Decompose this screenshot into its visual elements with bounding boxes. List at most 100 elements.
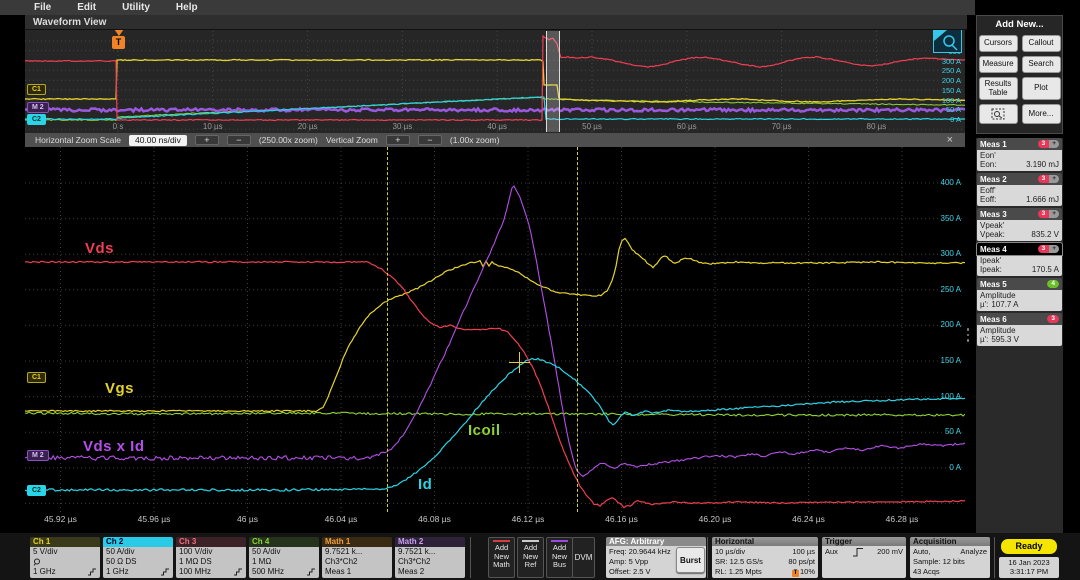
close-zoom-icon[interactable]: ×	[947, 134, 953, 146]
overview-badge-c2[interactable]: C2	[27, 114, 46, 125]
waveform-view-header: Waveform View	[25, 15, 967, 30]
meas-line1: Eon'	[980, 151, 1059, 160]
plot-button[interactable]: Plot	[1022, 77, 1061, 100]
date-label: 16 Jan 2023	[999, 558, 1059, 567]
menu-help[interactable]: Help	[176, 2, 198, 13]
trigger-marker[interactable]: T	[112, 36, 125, 49]
main-badge-c1[interactable]: C1	[27, 372, 46, 383]
channel-name: Ch 2	[103, 537, 173, 547]
meas-card-1[interactable]: Meas 1 3+ Eon' Eon: 3.190 mJ	[977, 138, 1062, 171]
overview-magnifier-icon[interactable]	[933, 29, 962, 53]
horizontal-title: Horizontal	[712, 537, 818, 546]
coupling-icon	[87, 568, 97, 576]
meas-add-icon[interactable]: +	[1049, 245, 1059, 253]
meas-card-5[interactable]: Meas 5 4 Amplitude µ':107.7 A	[977, 278, 1062, 311]
measure-button[interactable]: Measure	[979, 56, 1018, 73]
main-amp-label: 200 A	[921, 320, 961, 329]
meas-card-2[interactable]: Meas 2 3+ Eoff' Eoff:1.666 mJ	[977, 173, 1062, 206]
screen-capture-button[interactable]	[979, 104, 1018, 124]
trigger-panel[interactable]: Trigger Aux 200 mV	[822, 537, 906, 578]
channel-badge-ch3[interactable]: Ch 3 100 V/div 1 MΩ DS 100 MHz	[176, 537, 246, 578]
math-name: Math 1	[322, 537, 392, 547]
meas-add-icon[interactable]: +	[1049, 175, 1059, 183]
math-badge-math2[interactable]: Math 2 9.7521 k... Ch3*Ch2 Meas 2	[395, 537, 465, 578]
add-new-math-button[interactable]: Add New Math	[488, 537, 515, 578]
burst-button[interactable]: Burst	[676, 547, 705, 573]
meas-line2-label: Vpeak:	[980, 230, 1005, 239]
dvm-button[interactable]: DVM	[572, 537, 595, 578]
main-amp-label: 250 A	[921, 285, 961, 294]
add-new-ref-button[interactable]: Add New Ref	[517, 537, 544, 578]
zoom-minus-button[interactable]: −	[227, 135, 251, 145]
meas-title: Meas 1	[980, 140, 1007, 149]
vertical-zoom-plus-button[interactable]: +	[386, 135, 410, 145]
trace-label-icoil: Icoil	[468, 422, 501, 439]
zoom-scale-value[interactable]: 40.00 ns/div	[129, 135, 187, 146]
overview-amp-label: 0 A	[925, 115, 961, 124]
menu-utility[interactable]: Utility	[122, 2, 150, 13]
trace-label-vdsid: Vds x Id	[83, 438, 145, 455]
horizontal-panel[interactable]: Horizontal 10 µs/div100 µs SR: 12.5 GS/s…	[712, 537, 818, 578]
callout-button[interactable]: Callout	[1022, 35, 1061, 52]
zoom-plus-button[interactable]: +	[195, 135, 219, 145]
math-name: Math 2	[395, 537, 465, 547]
vertical-zoom-minus-button[interactable]: −	[418, 135, 442, 145]
overview-amp-label: 100 A	[925, 96, 961, 105]
trace-label-vds: Vds	[85, 240, 114, 257]
menu-edit[interactable]: Edit	[77, 2, 96, 13]
channel-badge-ch4[interactable]: Ch 4 50 A/div 1 MΩ 500 MHz	[249, 537, 319, 578]
meas-source-badge: 3	[1038, 210, 1050, 218]
channel-badge-ch1[interactable]: Ch 1 5 V/div 1 GHz	[30, 537, 100, 578]
gating-cursor-b[interactable]	[577, 147, 578, 512]
vertical-zoom-label: Vertical Zoom	[326, 135, 378, 145]
meas-card-4[interactable]: Meas 4 3+ Ipeak' Ipeak:170.5 A	[977, 243, 1062, 276]
main-amp-label: 100 A	[921, 392, 961, 401]
menu-file[interactable]: File	[34, 2, 51, 13]
channel-badge-ch2[interactable]: Ch 2 50 A/div 50 Ω DS 1 GHz	[103, 537, 173, 578]
meas-line2-value: 835.2 V	[1031, 230, 1059, 239]
trigger-arrow-icon	[114, 29, 124, 36]
divider	[707, 537, 708, 578]
panel-splitter-handle[interactable]	[966, 328, 970, 344]
meas-source-badge: 4	[1047, 280, 1059, 288]
zoom-region-box[interactable]	[546, 31, 560, 132]
meas-add-icon[interactable]: +	[1049, 210, 1059, 218]
meas-card-3[interactable]: Meas 3 3+ Vpeak' Vpeak:835.2 V	[977, 208, 1062, 241]
afg-title: AFG: Arbitrary	[606, 537, 706, 546]
trigger-position-icon: T	[792, 570, 799, 577]
meas-card-6[interactable]: Meas 6 3 Amplitude µ':595.3 V	[977, 313, 1062, 346]
more-button[interactable]: More...	[1022, 104, 1061, 124]
meas-source-badge: 3	[1038, 140, 1050, 148]
meas-title: Meas 6	[980, 315, 1007, 324]
meas-line2-label: Eoff:	[980, 195, 996, 204]
results-table-button[interactable]: Results Table	[979, 77, 1018, 100]
math-badge-math1[interactable]: Math 1 9.7521 k... Ch3*Ch2 Meas 1	[322, 537, 392, 578]
meas-line1: Ipeak'	[980, 256, 1059, 265]
datetime-display: 16 Jan 2023 3:31:17 PM	[999, 557, 1059, 578]
meas-line2-value: 107.7 A	[991, 300, 1018, 309]
main-badge-c2[interactable]: C2	[27, 485, 46, 496]
gating-cursor-a[interactable]	[387, 147, 388, 512]
meas-add-icon[interactable]: +	[1049, 140, 1059, 148]
main-time-label: 46.04 µs	[311, 514, 371, 524]
main-time-label: 45.92 µs	[31, 514, 91, 524]
meas-line1: Amplitude	[980, 326, 1059, 335]
meas-line2-label: µ':	[980, 335, 988, 344]
main-traces	[25, 147, 965, 512]
meas-source-badge: 3	[1038, 175, 1050, 183]
search-button[interactable]: Search	[1022, 56, 1061, 73]
overview-badge-m2[interactable]: M 2	[27, 102, 49, 113]
overview-badge-c1[interactable]: C1	[27, 84, 46, 95]
meas-line2-value: 3.190 mJ	[1026, 160, 1059, 169]
cursors-button[interactable]: Cursors	[979, 35, 1018, 52]
meas-line2-value: 595.3 V	[991, 335, 1019, 344]
overview-time-label: 70 µs	[757, 122, 807, 131]
main-badge-m2[interactable]: M 2	[27, 450, 49, 461]
meas-title: Meas 4	[980, 245, 1007, 254]
meas-line2-label: Eon:	[980, 160, 996, 169]
meas-source-badge: 3	[1047, 315, 1059, 323]
acquisition-panel[interactable]: Acquisition Auto,Analyze Sample: 12 bits…	[910, 537, 990, 578]
divider	[470, 537, 471, 578]
overview-amp-label: 150 A	[925, 86, 961, 95]
add-new-bus-button[interactable]: Add New Bus	[546, 537, 573, 578]
